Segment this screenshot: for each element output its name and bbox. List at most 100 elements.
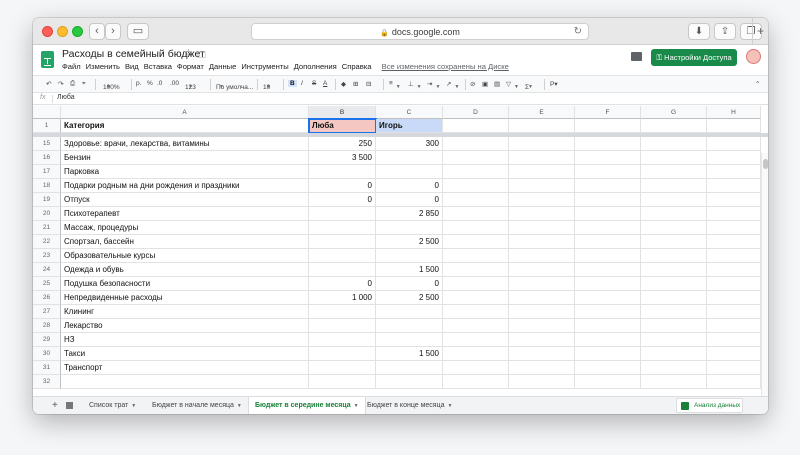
sidebar-toggle-button[interactable]: ▭ xyxy=(127,23,149,40)
table-cell[interactable] xyxy=(707,179,761,193)
table-cell[interactable] xyxy=(509,165,575,179)
table-cell[interactable] xyxy=(509,249,575,263)
borders-icon[interactable]: ⊞ xyxy=(353,80,358,88)
menu-format[interactable]: Формат xyxy=(177,62,204,71)
table-cell-igor[interactable]: 0 xyxy=(376,179,443,193)
table-cell[interactable] xyxy=(641,221,707,235)
table-cell[interactable] xyxy=(641,291,707,305)
table-cell[interactable] xyxy=(707,305,761,319)
header-cell-category[interactable]: Категория xyxy=(61,119,309,133)
table-cell-igor[interactable] xyxy=(376,221,443,235)
table-cell[interactable] xyxy=(641,137,707,151)
table-cell[interactable] xyxy=(509,221,575,235)
table-cell[interactable] xyxy=(509,361,575,375)
table-cell-category[interactable]: Спортзал, бассейн xyxy=(61,235,309,249)
table-cell-category[interactable]: Парковка xyxy=(61,165,309,179)
table-cell[interactable] xyxy=(707,263,761,277)
table-cell-igor[interactable] xyxy=(376,333,443,347)
table-cell-category[interactable]: Отпуск xyxy=(61,193,309,207)
table-cell[interactable] xyxy=(509,235,575,249)
table-cell-lyuba[interactable] xyxy=(309,249,376,263)
table-cell[interactable] xyxy=(443,179,509,193)
bold-button[interactable]: B xyxy=(288,80,297,87)
table-cell[interactable] xyxy=(575,249,641,263)
input-tools-icon[interactable]: Р▾ xyxy=(550,80,558,88)
insert-link-icon[interactable]: ⊘ xyxy=(470,80,475,88)
table-cell[interactable] xyxy=(575,305,641,319)
table-cell[interactable] xyxy=(509,277,575,291)
table-cell-igor[interactable]: 300 xyxy=(376,137,443,151)
table-cell[interactable] xyxy=(707,319,761,333)
sheet-tab-active[interactable]: Бюджет в середине месяца ▼ xyxy=(248,397,366,414)
column-header-e[interactable]: E xyxy=(509,106,575,119)
table-cell[interactable] xyxy=(509,333,575,347)
row-header[interactable]: 15 xyxy=(33,137,61,151)
reload-icon[interactable]: ↻ xyxy=(574,24,582,40)
header-cell-lyuba[interactable]: Люба xyxy=(308,118,377,134)
table-cell[interactable] xyxy=(443,333,509,347)
table-cell[interactable] xyxy=(443,119,509,133)
table-cell[interactable] xyxy=(707,119,761,133)
table-cell[interactable] xyxy=(575,291,641,305)
table-cell-igor[interactable] xyxy=(376,249,443,263)
table-cell[interactable] xyxy=(443,235,509,249)
column-header-b[interactable]: B xyxy=(309,106,376,119)
table-cell-lyuba[interactable] xyxy=(309,207,376,221)
table-cell[interactable] xyxy=(575,375,641,389)
table-cell-igor[interactable] xyxy=(376,375,443,389)
sheets-logo-icon[interactable] xyxy=(41,51,54,68)
table-cell[interactable] xyxy=(575,333,641,347)
formula-input[interactable]: Люба xyxy=(57,94,75,101)
table-cell-igor[interactable] xyxy=(376,361,443,375)
table-cell[interactable] xyxy=(707,235,761,249)
table-cell-category[interactable] xyxy=(61,375,309,389)
table-cell-category[interactable]: Такси xyxy=(61,347,309,361)
new-tab-button[interactable]: + xyxy=(752,18,768,45)
strikethrough-button[interactable]: S xyxy=(312,80,316,87)
table-cell-lyuba[interactable]: 0 xyxy=(309,179,376,193)
row-header[interactable]: 26 xyxy=(33,291,61,305)
table-cell[interactable] xyxy=(443,291,509,305)
table-cell-lyuba[interactable] xyxy=(309,347,376,361)
table-cell[interactable] xyxy=(641,165,707,179)
table-cell[interactable] xyxy=(443,137,509,151)
table-cell[interactable] xyxy=(509,179,575,193)
comments-icon[interactable] xyxy=(631,52,642,61)
table-cell[interactable] xyxy=(509,375,575,389)
undo-icon[interactable]: ↶ xyxy=(46,80,51,88)
avatar[interactable] xyxy=(746,49,761,64)
table-cell-lyuba[interactable] xyxy=(309,305,376,319)
table-cell[interactable] xyxy=(641,375,707,389)
all-sheets-icon[interactable] xyxy=(66,402,73,409)
table-cell[interactable] xyxy=(509,347,575,361)
star-icon[interactable]: ☆ xyxy=(184,48,193,59)
print-icon[interactable]: ⎙ xyxy=(70,80,75,88)
share-button[interactable]: ⚿ Настройки Доступа xyxy=(651,49,737,66)
table-cell[interactable] xyxy=(641,151,707,165)
table-cell[interactable] xyxy=(707,291,761,305)
fullscreen-window-button[interactable] xyxy=(72,26,83,37)
text-rotate-icon[interactable]: ↗ ▼ xyxy=(446,80,459,90)
insert-chart-icon[interactable]: ▤ xyxy=(494,80,500,88)
decrease-decimal-button[interactable]: .0 xyxy=(157,80,162,87)
menu-file[interactable]: Файл xyxy=(62,62,81,71)
menu-edit[interactable]: Изменить xyxy=(86,62,120,71)
text-color-button[interactable]: A xyxy=(323,80,327,87)
table-cell-category[interactable]: Подарки родным на дни рождения и праздни… xyxy=(61,179,309,193)
table-cell[interactable] xyxy=(707,221,761,235)
table-cell[interactable] xyxy=(509,151,575,165)
row-header[interactable]: 29 xyxy=(33,333,61,347)
table-cell[interactable] xyxy=(707,165,761,179)
table-cell-igor[interactable]: 2 850 xyxy=(376,207,443,221)
table-cell[interactable] xyxy=(443,305,509,319)
column-header-f[interactable]: F xyxy=(575,106,641,119)
table-cell[interactable] xyxy=(641,319,707,333)
minimize-window-button[interactable] xyxy=(57,26,68,37)
table-cell[interactable] xyxy=(509,319,575,333)
menu-data[interactable]: Данные xyxy=(209,62,236,71)
table-cell[interactable] xyxy=(575,207,641,221)
row-header[interactable]: 31 xyxy=(33,361,61,375)
table-cell[interactable] xyxy=(575,165,641,179)
column-header-g[interactable]: G xyxy=(641,106,707,119)
table-cell[interactable] xyxy=(443,207,509,221)
